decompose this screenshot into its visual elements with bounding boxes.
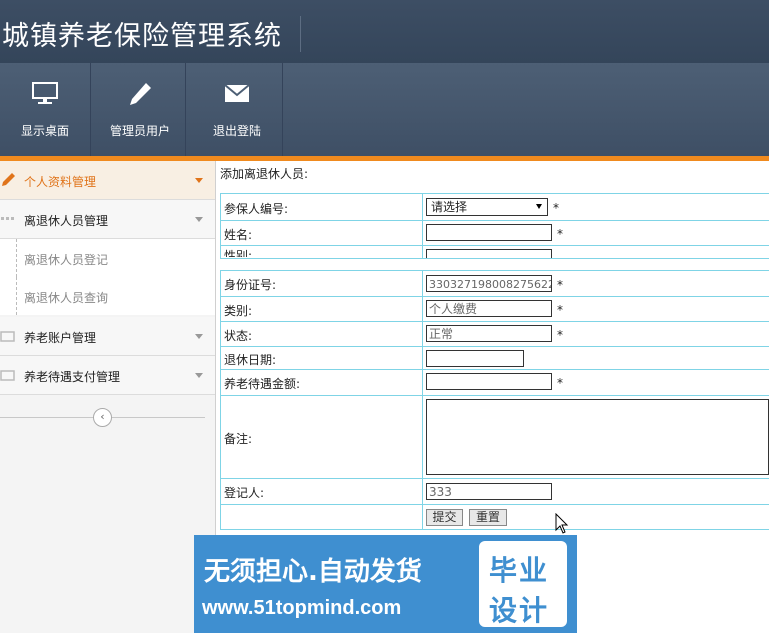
sidebar-group-profile-label: 个人资料管理 xyxy=(24,175,97,189)
sidebar-item-retiree-register[interactable]: 离退休人员登记 xyxy=(0,239,215,277)
chevron-down-icon xyxy=(195,178,203,183)
dropdown-arrow-icon xyxy=(536,204,542,209)
main-toolbar: 显示桌面 管理员用户 退出登陆 xyxy=(0,63,769,156)
table-row xyxy=(220,296,769,297)
promo-banner: 无须担心.自动发货 www.51topmind.com 毕业 设计 xyxy=(194,535,577,633)
list-icon xyxy=(1,217,14,220)
status-input[interactable]: 正常 xyxy=(426,325,552,342)
mouse-cursor-icon xyxy=(555,513,569,534)
gender-input[interactable] xyxy=(426,249,552,258)
member-id-select[interactable]: 请选择 xyxy=(426,198,548,216)
required-mark: * xyxy=(553,201,559,215)
registrar-input[interactable]: 333 xyxy=(426,483,552,500)
logout-button[interactable]: 退出登陆 xyxy=(192,63,283,156)
chevron-left-icon[interactable]: ‹ xyxy=(93,408,112,427)
category-input[interactable]: 个人缴费 xyxy=(426,300,552,317)
table-row xyxy=(220,529,769,530)
show-desktop-label: 显示桌面 xyxy=(20,124,69,138)
envelope-icon xyxy=(224,84,250,102)
pencil-icon xyxy=(2,173,15,186)
sidebar-group-retirees[interactable]: 离退休人员管理 xyxy=(0,200,215,239)
chevron-down-icon xyxy=(195,373,203,378)
table-row xyxy=(220,220,769,221)
table-row xyxy=(220,369,769,370)
remark-label: 备注: xyxy=(224,432,253,446)
sidebar-group-retirees-label: 离退休人员管理 xyxy=(24,214,109,228)
sidebar-group-pension-payment-label: 养老待遇支付管理 xyxy=(24,370,121,384)
sidebar-item-retiree-register-label: 离退休人员登记 xyxy=(24,253,109,267)
folder-icon xyxy=(0,331,15,342)
table-row xyxy=(220,270,769,271)
banner-badge: 毕业 设计 xyxy=(479,541,567,627)
tree-line xyxy=(16,277,17,315)
status-label: 状态: xyxy=(224,329,253,343)
sidebar-group-profile[interactable]: 个人资料管理 xyxy=(0,161,215,200)
category-label: 类别: xyxy=(224,304,253,318)
pencil-icon xyxy=(130,83,151,105)
monitor-icon xyxy=(32,82,58,104)
app-title: 城镇养老保险管理系统 xyxy=(2,21,282,52)
banner-badge-line2: 设计 xyxy=(489,594,550,627)
id-number-input[interactable]: 330327198008275622 xyxy=(426,275,552,292)
admin-user-button[interactable]: 管理员用户 xyxy=(95,63,186,156)
sidebar-item-retiree-query[interactable]: 离退休人员查询 xyxy=(0,277,215,315)
member-id-label: 参保人编号: xyxy=(224,202,289,216)
remark-textarea[interactable] xyxy=(426,399,769,475)
folder-icon xyxy=(0,370,15,381)
retire-date-label: 退休日期: xyxy=(224,353,277,367)
sidebar-group-pension-payment[interactable]: 养老待遇支付管理 xyxy=(0,356,215,395)
table-row xyxy=(220,346,769,347)
table-row xyxy=(220,504,769,505)
submit-button[interactable]: 提交 xyxy=(426,509,463,526)
required-mark: * xyxy=(557,376,563,390)
table-border-middle xyxy=(422,193,423,530)
app-header: 城镇养老保险管理系统 xyxy=(0,0,769,63)
sidebar-group-pension-account[interactable]: 养老账户管理 xyxy=(0,317,215,356)
logout-label: 退出登陆 xyxy=(212,124,261,138)
sidebar-group-pension-account-label: 养老账户管理 xyxy=(24,331,97,345)
sidebar: 个人资料管理 离退休人员管理 离退休人员登记 离退休人员查询 养老账户管理 养老… xyxy=(0,161,216,633)
table-row xyxy=(220,258,769,259)
chevron-down-icon xyxy=(195,217,203,222)
chevron-down-icon xyxy=(195,334,203,339)
row-clip xyxy=(220,258,769,270)
member-id-select-value: 请选择 xyxy=(431,200,468,214)
required-mark: * xyxy=(557,227,563,241)
required-mark: * xyxy=(557,278,563,292)
table-row xyxy=(220,193,769,194)
table-row xyxy=(220,395,769,396)
sidebar-item-retiree-query-label: 离退休人员查询 xyxy=(24,291,109,305)
table-border-left xyxy=(220,193,221,530)
pension-amount-label: 养老待遇金额: xyxy=(224,377,301,391)
form-title: 添加离退休人员: xyxy=(220,167,309,181)
name-label: 姓名: xyxy=(224,228,253,242)
registrar-label: 登记人: xyxy=(224,486,265,500)
banner-line1: 无须担心.自动发货 xyxy=(204,557,422,587)
table-row xyxy=(220,321,769,322)
title-divider xyxy=(300,16,301,52)
pension-amount-input[interactable] xyxy=(426,373,552,390)
admin-user-label: 管理员用户 xyxy=(109,124,170,138)
required-mark: * xyxy=(557,328,563,342)
retire-date-input[interactable] xyxy=(426,350,524,367)
reset-button[interactable]: 重置 xyxy=(469,509,507,526)
tree-line xyxy=(16,239,17,277)
banner-badge-line1: 毕业 xyxy=(489,554,550,587)
table-row xyxy=(220,478,769,479)
gender-label: 性别: xyxy=(224,249,253,257)
show-desktop-button[interactable]: 显示桌面 xyxy=(0,63,91,156)
name-input[interactable] xyxy=(426,224,552,241)
id-number-label: 身份证号: xyxy=(224,278,277,292)
required-mark: * xyxy=(557,303,563,317)
table-row xyxy=(220,245,769,246)
banner-url: www.51topmind.com xyxy=(202,597,402,619)
